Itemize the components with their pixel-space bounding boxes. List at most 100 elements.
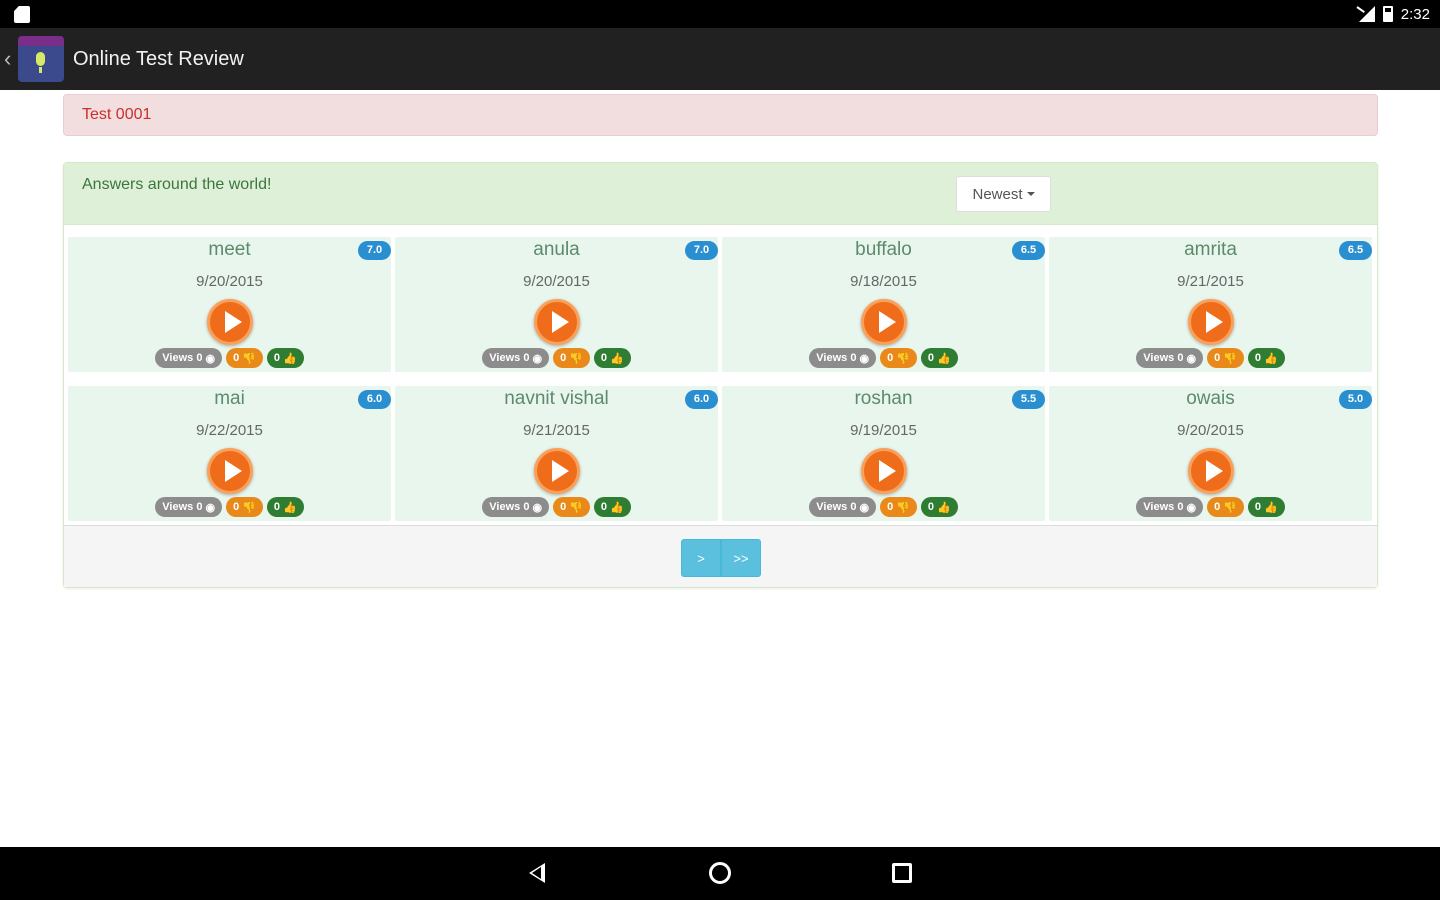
like-count: 0 [273,352,281,364]
play-button-icon[interactable] [1187,299,1234,345]
back-chevron-icon[interactable]: ‹ [4,46,16,72]
answer-card[interactable]: amrita 6.5 9/21/2015 Views 0 ◉ 0 👎 0 👍 [1049,237,1372,372]
answer-card[interactable]: anula 7.0 9/20/2015 Views 0 ◉ 0 👎 0 👍 [395,237,718,372]
dislike-button[interactable]: 0 👎 [1207,348,1244,368]
thumbs-down-icon: 👎 [569,352,583,365]
like-button[interactable]: 0 👍 [1247,497,1285,517]
dislike-button[interactable]: 0 👎 [226,497,263,517]
answer-card[interactable]: navnit vishal 6.0 9/21/2015 Views 0 ◉ 0 👎 0 👍 [395,386,718,521]
answer-user-name[interactable]: owais [1049,388,1372,410]
next-page-button[interactable]: > [681,539,721,577]
eye-icon: ◉ [205,501,216,514]
like-button[interactable]: 0 👍 [593,348,631,368]
views-count: Views 0 [489,352,530,364]
views-count: Views 0 [162,501,203,513]
like-button[interactable]: 0 👍 [593,497,631,517]
play-button-icon[interactable] [533,299,580,345]
score-badge: 7.0 [358,241,391,260]
status-indicators: 2:32 [1357,4,1430,24]
answer-user-name[interactable]: navnit vishal [395,388,718,410]
sort-label: Newest [972,185,1023,203]
answer-date: 9/20/2015 [523,273,590,290]
like-count: 0 [927,501,935,513]
battery-icon [1382,6,1393,22]
eye-icon: ◉ [205,352,216,365]
answer-date: 9/20/2015 [1177,422,1244,439]
answer-date: 9/20/2015 [196,273,263,290]
answer-card[interactable]: owais 5.0 9/20/2015 Views 0 ◉ 0 👎 0 👍 [1049,386,1372,521]
like-button[interactable]: 0 👍 [920,497,958,517]
score-badge: 6.5 [1339,241,1372,260]
status-time: 2:32 [1400,5,1430,23]
sort-dropdown-button[interactable]: Newest [956,176,1051,212]
like-button[interactable]: 0 👍 [266,348,304,368]
answer-user-name[interactable]: buffalo [722,239,1045,261]
score-badge: 6.0 [685,390,718,409]
thumbs-up-icon: 👍 [937,501,951,514]
dislike-count: 0 [1214,352,1221,364]
last-page-button[interactable]: >> [721,539,761,577]
thumbs-up-icon: 👍 [283,352,297,365]
dislike-button[interactable]: 0 👎 [553,348,590,368]
like-count: 0 [273,501,281,513]
answer-date: 9/19/2015 [850,422,917,439]
back-icon[interactable] [529,863,545,883]
play-button-icon[interactable] [206,299,253,345]
answer-user-name[interactable]: roshan [722,388,1045,410]
views-count: Views 0 [1143,501,1184,513]
dislike-count: 0 [887,352,894,364]
play-button-icon[interactable] [860,299,907,345]
answers-panel: Answers around the world! Newest meet 7.0… [63,162,1378,588]
app-title: Online Test Review [73,47,244,70]
app-logo-icon[interactable] [18,36,64,82]
thumbs-up-icon: 👍 [1264,501,1278,514]
answer-card[interactable]: mai 6.0 9/22/2015 Views 0 ◉ 0 👎 0 👍 [68,386,391,521]
answer-card[interactable]: roshan 5.5 9/19/2015 Views 0 ◉ 0 👎 0 👍 [722,386,1045,521]
play-button-icon[interactable] [1187,448,1234,494]
answer-card[interactable]: meet 7.0 9/20/2015 Views 0 ◉ 0 👎 0 👍 [68,237,391,372]
like-count: 0 [600,501,608,513]
dislike-button[interactable]: 0 👎 [880,348,917,368]
play-button-icon[interactable] [206,448,253,494]
thumbs-up-icon: 👍 [610,501,624,514]
answer-stats: Views 0 ◉ 0 👎 0 👍 [722,348,1045,368]
answer-date: 9/21/2015 [523,422,590,439]
views-badge: Views 0 ◉ [1136,497,1204,517]
dislike-count: 0 [560,501,567,513]
answer-user-name[interactable]: anula [395,239,718,261]
navigation-bar [0,847,1440,900]
answer-stats: Views 0 ◉ 0 👎 0 👍 [395,348,718,368]
like-button[interactable]: 0 👍 [1247,348,1285,368]
views-badge: Views 0 ◉ [482,348,550,368]
like-button[interactable]: 0 👍 [266,497,304,517]
eye-icon: ◉ [859,501,870,514]
score-badge: 6.5 [1012,241,1045,260]
dislike-button[interactable]: 0 👎 [226,348,263,368]
answer-user-name[interactable]: amrita [1049,239,1372,261]
dislike-button[interactable]: 0 👎 [1207,497,1244,517]
eye-icon: ◉ [859,352,870,365]
dislike-button[interactable]: 0 👎 [553,497,590,517]
thumbs-down-icon: 👎 [242,501,256,514]
recents-icon[interactable] [892,863,912,883]
play-button-icon[interactable] [860,448,907,494]
answer-stats: Views 0 ◉ 0 👎 0 👍 [1049,497,1372,517]
panel-footer: > >> [64,525,1377,587]
score-badge: 5.0 [1339,390,1372,409]
views-badge: Views 0 ◉ [809,497,877,517]
views-count: Views 0 [816,352,857,364]
dislike-count: 0 [887,501,894,513]
answer-stats: Views 0 ◉ 0 👎 0 👍 [68,348,391,368]
play-button-icon[interactable] [533,448,580,494]
answer-user-name[interactable]: mai [68,388,391,410]
like-button[interactable]: 0 👍 [920,348,958,368]
pagination: > >> [681,539,761,577]
dislike-button[interactable]: 0 👎 [880,497,917,517]
answer-user-name[interactable]: meet [68,239,391,261]
thumbs-up-icon: 👍 [1264,352,1278,365]
home-icon[interactable] [709,862,731,884]
answer-date: 9/18/2015 [850,273,917,290]
answer-card[interactable]: buffalo 6.5 9/18/2015 Views 0 ◉ 0 👎 0 👍 [722,237,1045,372]
like-count: 0 [1254,501,1262,513]
thumbs-down-icon: 👎 [896,501,910,514]
